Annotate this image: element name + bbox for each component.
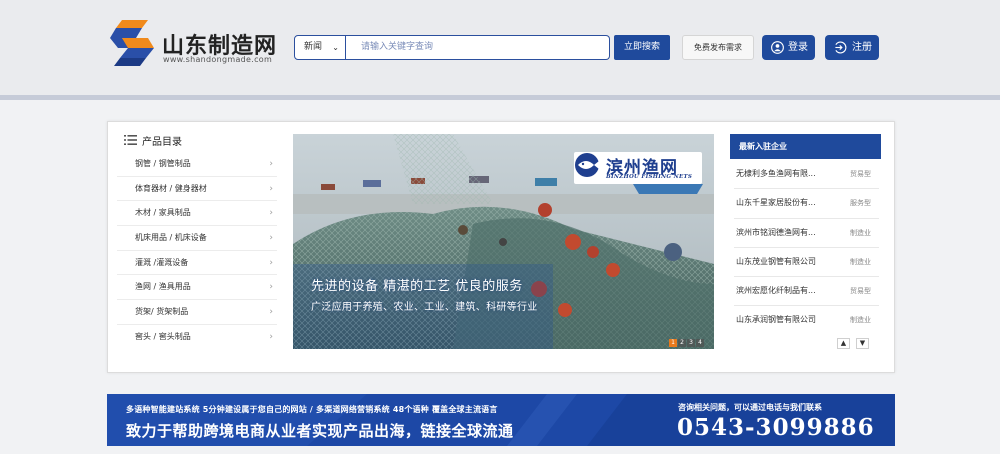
scroll-up-button[interactable]: ▲ [837,338,850,349]
promo-contact-label: 咨询相关问题，可以通过电话与我们联系 [678,403,822,412]
category-item[interactable]: 渔网 / 渔具用品 › [117,275,277,301]
category-label: 渔网 / 渔具用品 [135,282,191,292]
logo-s-icon [110,20,154,66]
search-button[interactable]: 立即搜索 [614,35,670,60]
company-item[interactable]: 滨州市铭润德渔网有... 制造业 [734,219,879,248]
promo-banner[interactable]: 多语种智能建站系统 5分钟建设属于您自己的网站 / 多渠道网络营销系统 48个语… [107,394,895,446]
company-type: 制造业 [850,228,871,237]
carousel-dot[interactable]: 3 [687,339,695,347]
carousel-dot[interactable]: 1 [669,339,677,347]
chevron-right-icon: › [269,282,273,293]
company-name: 滨州宏愿化纤制品有... [736,286,816,296]
register-label: 注册 [852,42,872,53]
chevron-down-icon: ⌄ [332,43,339,52]
login-label: 登录 [788,42,808,53]
new-companies-title: 最新入驻企业 [730,134,881,159]
category-label: 窖头 / 窖头制品 [135,331,191,341]
fish-logo-icon [575,153,599,177]
login-button[interactable]: 登录 [762,35,815,60]
promo-features: 多语种智能建站系统 5分钟建设属于您自己的网站 / 多渠道网络营销系统 48个语… [126,405,498,414]
banner-carousel[interactable]: 滨州渔网 BINZHOU FISHING NETS 先进的设备 精湛的工艺 优良… [293,134,714,349]
company-list: 无棣利多鱼渔网有限... 贸易型 山东千星家居股份有... 服务型 滨州市铭润德渔网… [734,160,879,336]
company-type: 制造业 [850,316,871,325]
banner-brand-logo: 滨州渔网 BINZHOU FISHING NETS [574,152,702,184]
search-category-select[interactable]: 新闻 ⌄ [294,35,346,60]
category-label: 体育器材 / 健身器材 [135,183,207,193]
company-item[interactable]: 山东承润钢管有限公司 制造业 [734,306,879,335]
chevron-right-icon: › [269,307,273,318]
company-item[interactable]: 滨州宏愿化纤制品有... 贸易型 [734,277,879,307]
company-type: 贸易型 [850,287,871,296]
company-item[interactable]: 山东茂业钢管有限公司 制造业 [734,248,879,278]
category-item[interactable]: 体育器材 / 健身器材 › [117,177,277,202]
company-name: 山东承润钢管有限公司 [736,315,816,325]
company-name: 滨州市铭润德渔网有... [736,227,816,237]
category-item[interactable]: 机床用品 / 机床设备 › [117,226,277,251]
chevron-right-icon: › [269,159,273,169]
category-item[interactable]: 窖头 / 窖头制品 › [117,325,277,350]
promo-phone: 0543-3099886 [677,414,875,441]
publish-demand-button[interactable]: 免费发布需求 [682,35,754,60]
header-divider [0,95,1000,100]
promo-headline: 致力于帮助跨境电商从业者实现产品出海，链接全球流通 [126,422,514,440]
user-icon [771,41,784,54]
register-enter-icon [835,41,847,54]
list-icon [124,135,137,145]
chevron-right-icon: › [269,183,273,194]
banner-slogan: 先进的设备 精湛的工艺 优良的服务 [311,279,523,294]
category-label: 钢管 / 钢管制品 [135,159,191,168]
company-name: 无棣利多鱼渔网有限... [736,169,816,178]
company-item[interactable]: 山东千星家居股份有... 服务型 [734,189,879,219]
category-label: 机床用品 / 机床设备 [135,233,207,243]
search-category-value: 新闻 [304,42,323,52]
chevron-right-icon: › [269,208,273,219]
category-item[interactable]: 货架/ 货架制品 › [117,300,277,325]
site-url: www.shandongmade.com [163,55,273,64]
category-item[interactable]: 灌溉 /灌溉设备 › [117,251,277,276]
category-title: 产品目录 [142,137,182,148]
category-item[interactable]: 钢管 / 钢管制品 › [117,152,277,177]
carousel-dot[interactable]: 4 [696,339,704,347]
scroll-down-button[interactable]: ▼ [856,338,869,349]
chevron-right-icon: › [269,331,273,342]
company-type: 贸易型 [850,170,871,178]
category-label: 货架/ 货架制品 [135,307,189,317]
company-name: 山东茂业钢管有限公司 [736,256,816,266]
banner-subtitle: 广泛应用于养殖、农业、工业、建筑、科研等行业 [311,302,538,313]
chevron-right-icon: › [269,233,273,244]
category-label: 木材 / 家具制品 [135,208,191,218]
search-input[interactable]: 请输入关键字查询 [346,35,610,60]
carousel-dot[interactable]: 2 [678,339,686,347]
register-button[interactable]: 注册 [825,35,879,60]
chevron-right-icon: › [269,257,273,268]
company-name: 山东千星家居股份有... [736,198,816,208]
company-item[interactable]: 无棣利多鱼渔网有限... 贸易型 [734,160,879,190]
company-type: 制造业 [850,257,871,266]
category-item[interactable]: 木材 / 家具制品 › [117,201,277,227]
category-label: 灌溉 /灌溉设备 [135,257,189,267]
category-list: 钢管 / 钢管制品 › 体育器材 / 健身器材 › 木材 / 家具制品 › 机床用品 … [117,152,277,350]
carousel-pagination: 1 2 3 4 [669,339,704,347]
banner-brand-english: BINZHOU FISHING NETS [606,174,693,180]
site-logo[interactable]: 山东制造网 www.shandongmade.com [108,20,278,68]
company-type: 服务型 [850,199,871,208]
